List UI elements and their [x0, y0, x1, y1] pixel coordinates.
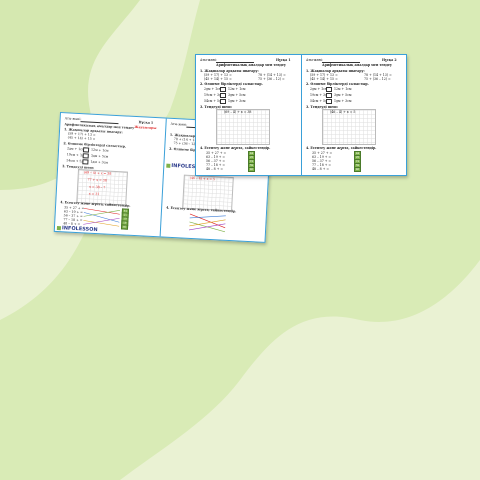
task2-item: 3дм + 5см [90, 153, 109, 159]
worksheet-blank-card: Аты-жөні: Нұсқа 1 Арифметикалық амалдар … [195, 54, 407, 176]
task1-item: (45 + 14) + 15 = [310, 77, 338, 81]
variant-label: Нұсқа 1 [276, 58, 291, 62]
result-box: 40 [120, 224, 129, 230]
worksheet-answers-variant1: Аты-жөні: Нұсқа 1 Жауаптары Арифметикалы… [55, 113, 166, 236]
task4-item: 48 – 8 + = [206, 167, 224, 171]
task1-item: (45 + 14) + 15 = [204, 77, 232, 81]
matching-lines [188, 213, 226, 233]
equation: (69 – 4) + x = 38 [224, 110, 252, 114]
task2-item: 2дм + 1см [310, 87, 328, 91]
task1-item: 75 + (36 – 12) = [364, 77, 391, 81]
task2-item: 1дм + 3см [90, 159, 108, 165]
answer-line: x = 31 [88, 191, 100, 197]
task2-title: 2. Өлшеме бірліктерді салыстыр. [306, 82, 369, 86]
task2-item: 3дм + 5см [228, 93, 246, 97]
variant-label: Нұсқа 2 [382, 58, 397, 62]
task4-title: 4. Есептеу және жұпта, сайкестендір. [200, 146, 271, 150]
task2-title: 2. Өлшеме бірліктерді салыстыр. [200, 82, 263, 86]
result-box: 40 [248, 167, 255, 172]
name-label: Аты-жөні: [306, 58, 323, 62]
task4-item: 48 – 8 + = [312, 167, 330, 171]
task2-item: 12м + 1см [90, 147, 109, 153]
task2-item: 12м + 1см [228, 87, 246, 91]
name-label: Аты-жөні: [170, 121, 188, 127]
task1-item: (45 + 14) + 15 = [67, 135, 96, 141]
task4-title: 4. Есептеу және жұпта, сайкестендір. [306, 146, 377, 150]
name-label: Аты-жөні: [64, 116, 82, 122]
worksheet-blank-variant2: Аты-жөні: Нұсқа 2 Арифметикалық амалдар … [301, 55, 406, 175]
answers-label: Жауаптары [134, 124, 157, 131]
worksheet-blank-variant1: Аты-жөні: Нұсқа 1 Арифметикалық амалдар … [196, 55, 301, 175]
worksheet-title: Арифметикалық амалдар мен теңдеу [216, 63, 286, 67]
task2-item: 12м + 1см [334, 87, 352, 91]
task2-item: 1дм + 3см [228, 99, 246, 103]
name-label: Аты-жөні: [200, 58, 217, 62]
task2-item: 1дм + 3см [334, 99, 352, 103]
infolesson-logo: INFOLESSON [56, 225, 98, 233]
task2-item: 3дм + 5см [334, 93, 352, 97]
task1-item: 75 + (36 – 12) = [258, 77, 285, 81]
task2-item: 2дм + 1см [204, 87, 222, 91]
worksheet-title: Арифметикалық амалдар мен теңдеу [322, 63, 392, 67]
result-box: 40 [354, 167, 361, 172]
equation: (46 – 4) + x = 5 [330, 110, 356, 114]
